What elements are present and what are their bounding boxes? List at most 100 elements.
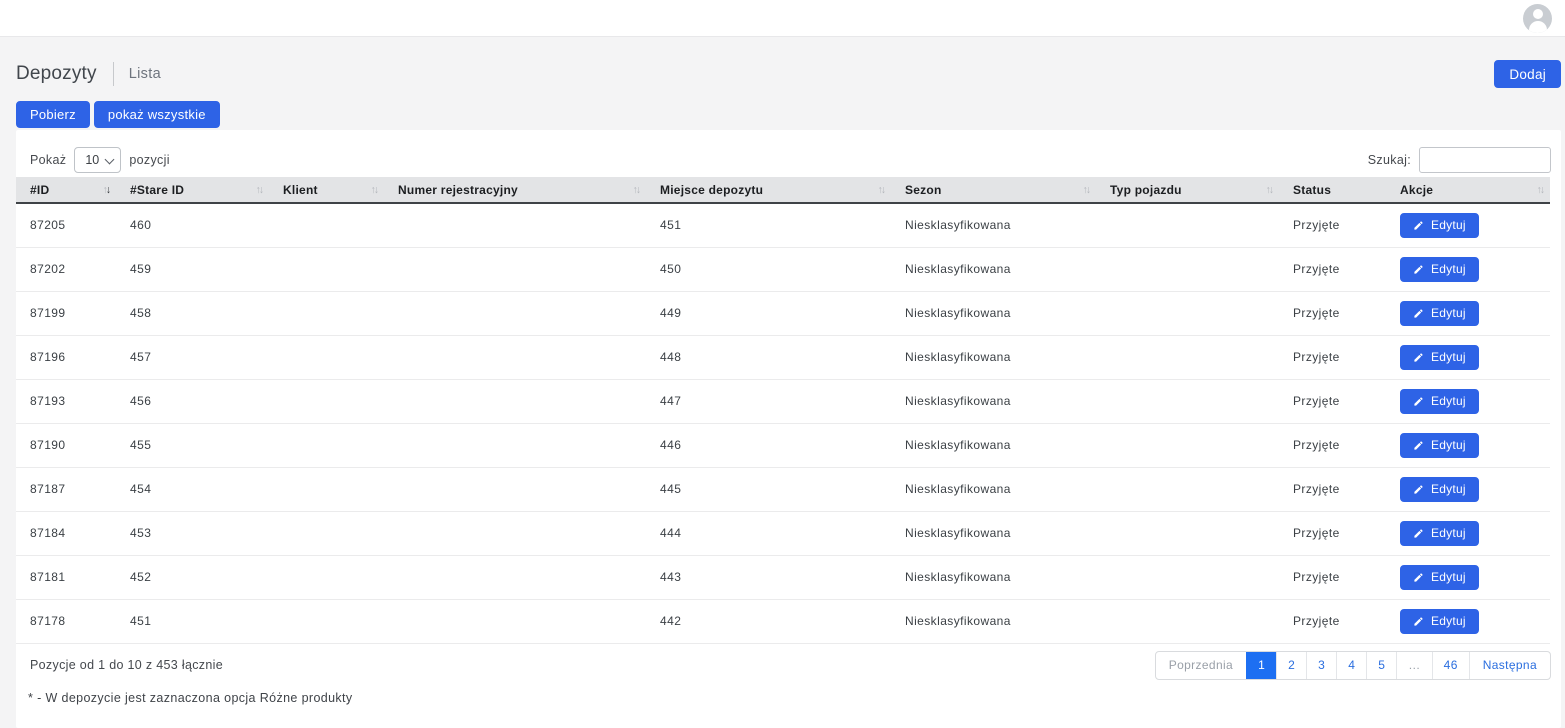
table-footer: Pozycje od 1 do 10 z 453 łącznie Poprzed… [16, 651, 1561, 680]
cell-stare-id: 460 [116, 203, 269, 247]
cell-miejsce-depozytu: 444 [646, 511, 891, 555]
cell-stare-id: 457 [116, 335, 269, 379]
cell-akcje: Edytuj [1386, 247, 1550, 291]
cell-status: Przyjęte [1279, 423, 1386, 467]
cell-typ-pojazdu [1096, 335, 1279, 379]
pencil-icon [1413, 440, 1424, 451]
column-header-stare-id[interactable]: #Stare ID ↑↓ [116, 177, 269, 203]
sort-arrows-icon: ↑↓ [633, 183, 640, 195]
pencil-icon [1413, 484, 1424, 495]
column-header-label: #Stare ID [130, 183, 184, 197]
table-row: 87181452443NiesklasyfikowanaPrzyjęteEdyt… [16, 555, 1550, 599]
cell-typ-pojazdu [1096, 467, 1279, 511]
cell-numer-rejestracyjny [384, 247, 646, 291]
pencil-icon [1413, 352, 1424, 363]
cell-sezon: Niesklasyfikowana [891, 511, 1096, 555]
pagination-page-5[interactable]: 5 [1366, 652, 1396, 679]
action-buttons: Pobierz pokaż wszystkie [16, 101, 1561, 128]
cell-stare-id: 459 [116, 247, 269, 291]
edit-button-label: Edytuj [1431, 394, 1466, 408]
column-header-label: #ID [30, 183, 49, 197]
column-header-id[interactable]: #ID ↑↓ [16, 177, 116, 203]
column-header-akcje[interactable]: Akcje↑↓ [1386, 177, 1550, 203]
cell-numer-rejestracyjny [384, 599, 646, 643]
cell-numer-rejestracyjny [384, 379, 646, 423]
cell-id: 87193 [16, 379, 116, 423]
cell-typ-pojazdu [1096, 247, 1279, 291]
pagination-page-46[interactable]: 46 [1432, 652, 1469, 679]
cell-typ-pojazdu [1096, 423, 1279, 467]
pagination-ellipsis: … [1396, 652, 1431, 679]
download-button[interactable]: Pobierz [16, 101, 90, 128]
sort-arrows-icon: ↑↓ [371, 183, 378, 195]
cell-miejsce-depozytu: 447 [646, 379, 891, 423]
pencil-icon [1413, 396, 1424, 407]
column-header-numer-rejestracyjny[interactable]: Numer rejestracyjny ↑↓ [384, 177, 646, 203]
pagination-page-2[interactable]: 2 [1276, 652, 1306, 679]
edit-button[interactable]: Edytuj [1400, 521, 1479, 546]
column-header-miejsce-depozytu[interactable]: Miejsce depozytu↑↓ [646, 177, 891, 203]
cell-stare-id: 455 [116, 423, 269, 467]
edit-button[interactable]: Edytuj [1400, 433, 1479, 458]
column-header-sezon[interactable]: Sezon↑↓ [891, 177, 1096, 203]
pagination-page-1: 1 [1246, 652, 1276, 679]
pagination: Poprzednia12345…46Następna [1155, 651, 1551, 680]
column-header-typ-pojazdu[interactable]: Typ pojazdu ↑↓ [1096, 177, 1279, 203]
cell-status: Przyjęte [1279, 291, 1386, 335]
sort-arrows-icon: ↑↓ [103, 183, 110, 195]
edit-button[interactable]: Edytuj [1400, 389, 1479, 414]
edit-button[interactable]: Edytuj [1400, 301, 1479, 326]
cell-akcje: Edytuj [1386, 423, 1550, 467]
page-length-select[interactable]: 10 [74, 147, 121, 173]
cell-akcje: Edytuj [1386, 511, 1550, 555]
column-header-label: Numer rejestracyjny [398, 183, 518, 197]
cell-akcje: Edytuj [1386, 467, 1550, 511]
cell-sezon: Niesklasyfikowana [891, 467, 1096, 511]
show-all-button[interactable]: pokaż wszystkie [94, 101, 220, 128]
cell-klient [269, 467, 384, 511]
edit-button[interactable]: Edytuj [1400, 609, 1479, 634]
edit-button[interactable]: Edytuj [1400, 477, 1479, 502]
pencil-icon [1413, 616, 1424, 627]
cell-sezon: Niesklasyfikowana [891, 423, 1096, 467]
pencil-icon [1413, 528, 1424, 539]
cell-sezon: Niesklasyfikowana [891, 247, 1096, 291]
pagination-next[interactable]: Następna [1469, 652, 1550, 679]
column-header-klient[interactable]: Klient↑↓ [269, 177, 384, 203]
cell-miejsce-depozytu: 446 [646, 423, 891, 467]
cell-stare-id: 453 [116, 511, 269, 555]
user-avatar-icon[interactable] [1523, 4, 1552, 33]
pagination-page-4[interactable]: 4 [1336, 652, 1366, 679]
cell-stare-id: 454 [116, 467, 269, 511]
edit-button[interactable]: Edytuj [1400, 213, 1479, 238]
add-button[interactable]: Dodaj [1494, 60, 1561, 88]
cell-numer-rejestracyjny [384, 203, 646, 247]
search-input[interactable] [1419, 147, 1551, 173]
edit-button-label: Edytuj [1431, 614, 1466, 628]
sort-arrows-icon: ↑↓ [256, 183, 263, 195]
pencil-icon [1413, 220, 1424, 231]
edit-button[interactable]: Edytuj [1400, 345, 1479, 370]
sort-arrows-icon: ↑↓ [1266, 183, 1273, 195]
cell-klient [269, 555, 384, 599]
cell-status: Przyjęte [1279, 599, 1386, 643]
cell-sezon: Niesklasyfikowana [891, 203, 1096, 247]
pagination-page-3[interactable]: 3 [1306, 652, 1336, 679]
cell-typ-pojazdu [1096, 555, 1279, 599]
table-header-row: #ID↑↓#Stare ID↑↓Klient↑↓Numer rejestracy… [16, 177, 1550, 203]
cell-numer-rejestracyjny [384, 423, 646, 467]
page-length-select-wrap: 10 [74, 147, 121, 173]
cell-sezon: Niesklasyfikowana [891, 599, 1096, 643]
edit-button[interactable]: Edytuj [1400, 565, 1479, 590]
cell-klient [269, 599, 384, 643]
cell-miejsce-depozytu: 449 [646, 291, 891, 335]
table-row: 87178451442NiesklasyfikowanaPrzyjęteEdyt… [16, 599, 1550, 643]
edit-button[interactable]: Edytuj [1400, 257, 1479, 282]
topbar [0, 0, 1565, 37]
table-row: 87193456447NiesklasyfikowanaPrzyjęteEdyt… [16, 379, 1550, 423]
page-header: Depozyty Lista Dodaj [16, 59, 1561, 89]
column-header-label: Typ pojazdu [1110, 183, 1182, 197]
cell-stare-id: 458 [116, 291, 269, 335]
cell-akcje: Edytuj [1386, 555, 1550, 599]
cell-klient [269, 423, 384, 467]
